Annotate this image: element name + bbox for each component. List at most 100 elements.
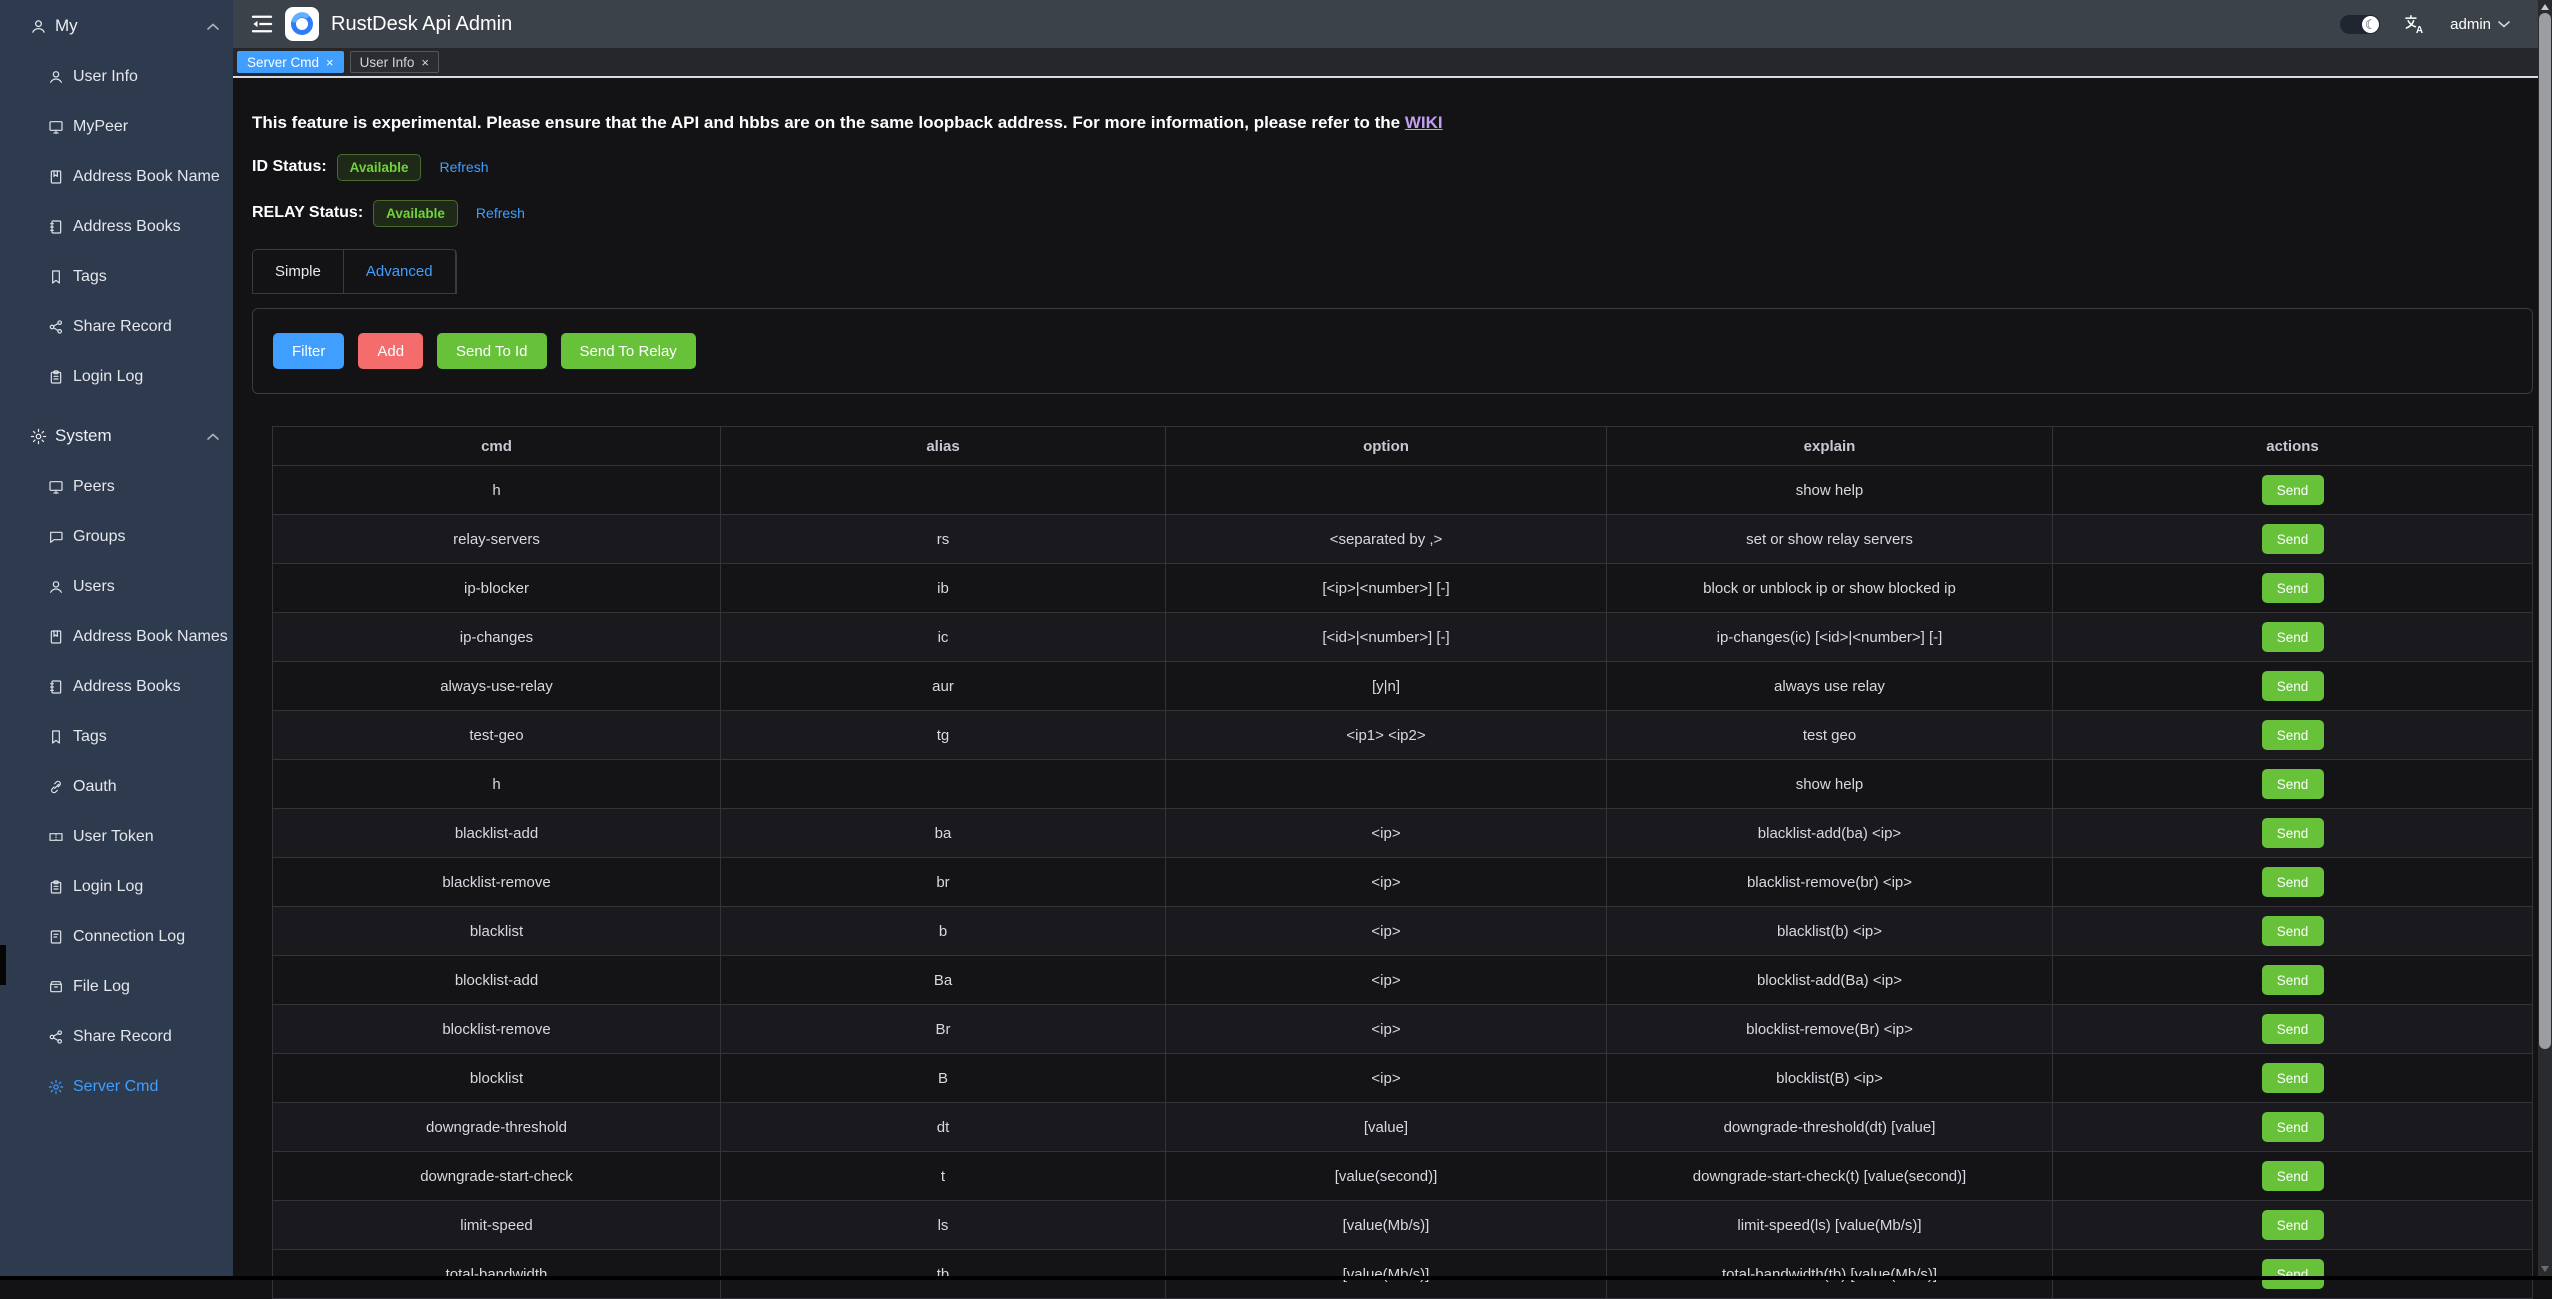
sidebar-group-header-my[interactable]: My xyxy=(0,0,233,52)
sidebar-item[interactable]: Peers xyxy=(0,462,233,512)
sidebar-item[interactable]: Address Book Names xyxy=(0,612,233,662)
cell-alias: aur xyxy=(721,662,1166,711)
sidebar-item[interactable]: Server Cmd xyxy=(0,1062,233,1112)
chevron-up-icon xyxy=(207,23,219,30)
sidebar-item-label: Connection Log xyxy=(73,928,185,946)
send-button[interactable]: Send xyxy=(2262,1161,2324,1191)
hamburger-icon[interactable] xyxy=(251,14,273,34)
send-button[interactable]: Send xyxy=(2262,622,2324,652)
sidebar-item[interactable]: Oauth xyxy=(0,762,233,812)
page-title: RustDesk Api Admin xyxy=(331,13,512,36)
close-icon[interactable]: × xyxy=(326,56,334,69)
chevron-up-icon xyxy=(207,433,219,440)
scrollbar-thumb[interactable] xyxy=(2539,13,2551,1049)
cell-explain: total-bandwidth(tb) [value(Mb/s)] xyxy=(1607,1250,2053,1299)
notebook-icon xyxy=(48,679,64,695)
table-row: h show help Send xyxy=(273,760,2533,809)
table-row: blacklist b <ip> blacklist(b) <ip> Send xyxy=(273,907,2533,956)
sidebar-group-header-system[interactable]: System xyxy=(0,410,233,462)
sidebar-item[interactable]: Address Books xyxy=(0,202,233,252)
sidebar-group-label: My xyxy=(55,16,78,36)
dark-mode-toggle[interactable]: ☾ xyxy=(2340,15,2380,34)
cell-actions: Send xyxy=(2053,662,2533,711)
sidebar-item[interactable]: Users xyxy=(0,562,233,612)
doc-icon xyxy=(48,929,64,945)
sidebar-item[interactable]: Share Record xyxy=(0,1012,233,1062)
cell-explain: set or show relay servers xyxy=(1607,515,2053,564)
page-scrollbar[interactable] xyxy=(2538,0,2552,1280)
sidebar-item[interactable]: Tags xyxy=(0,712,233,762)
send-button[interactable]: Send xyxy=(2262,769,2324,799)
cell-cmd: blocklist-remove xyxy=(273,1005,721,1054)
left-edge-notch xyxy=(0,945,6,985)
send-button[interactable]: Send xyxy=(2262,1259,2324,1289)
send-button[interactable]: Send xyxy=(2262,573,2324,603)
sidebar-item[interactable]: Address Books xyxy=(0,662,233,712)
cell-cmd: downgrade-start-check xyxy=(273,1152,721,1201)
close-icon[interactable]: × xyxy=(421,56,429,69)
send-button[interactable]: Send xyxy=(2262,1014,2324,1044)
share-icon xyxy=(48,1029,64,1045)
send-button[interactable]: Send xyxy=(2262,475,2324,505)
refresh-link[interactable]: Refresh xyxy=(439,159,488,175)
send-button[interactable]: Send xyxy=(2262,916,2324,946)
sidebar-item-label: Peers xyxy=(73,478,115,496)
cell-option xyxy=(1166,466,1607,515)
user-menu[interactable]: admin xyxy=(2450,16,2510,33)
cell-actions: Send xyxy=(2053,1152,2533,1201)
cell-cmd: h xyxy=(273,466,721,515)
send-button[interactable]: Send xyxy=(2262,524,2324,554)
cell-actions: Send xyxy=(2053,858,2533,907)
send-button[interactable]: Send xyxy=(2262,720,2324,750)
sidebar-item[interactable]: User Token xyxy=(0,812,233,862)
sidebar-item[interactable]: Tags xyxy=(0,252,233,302)
toolbar-button[interactable]: Send To Relay xyxy=(561,333,696,369)
send-button[interactable]: Send xyxy=(2262,867,2324,897)
sidebar-item[interactable]: User Info xyxy=(0,52,233,102)
toolbar-button[interactable]: Add xyxy=(358,333,423,369)
cell-alias: Br xyxy=(721,1005,1166,1054)
refresh-link[interactable]: Refresh xyxy=(476,205,525,221)
sidebar-item[interactable]: MyPeer xyxy=(0,102,233,152)
translate-icon[interactable]: A xyxy=(2404,14,2426,34)
sidebar-item[interactable]: Share Record xyxy=(0,302,233,352)
col-header-cmd: cmd xyxy=(273,427,721,466)
sidebar-item[interactable]: Groups xyxy=(0,512,233,562)
sidebar-item[interactable]: File Log xyxy=(0,962,233,1012)
scroll-down-arrow-icon[interactable] xyxy=(2541,1266,2549,1272)
sidebar-item[interactable]: Login Log xyxy=(0,862,233,912)
toolbar-button[interactable]: Send To Id xyxy=(437,333,546,369)
sidebar-item[interactable]: Login Log xyxy=(0,352,233,402)
scroll-up-arrow-icon[interactable] xyxy=(2541,4,2549,10)
table-row: ip-changes ic [<id>|<number>] [-] ip-cha… xyxy=(273,613,2533,662)
table-row: blocklist-remove Br <ip> blocklist-remov… xyxy=(273,1005,2533,1054)
mode-tab[interactable]: Simple xyxy=(253,250,344,293)
wiki-link[interactable]: WIKI xyxy=(1405,113,1443,132)
tag-label: User Info xyxy=(360,55,415,70)
bookmark-icon xyxy=(48,729,64,745)
send-button[interactable]: Send xyxy=(2262,671,2324,701)
sidebar-item-label: Groups xyxy=(73,528,125,546)
send-button[interactable]: Send xyxy=(2262,1063,2324,1093)
cell-explain: show help xyxy=(1607,760,2053,809)
tag-tab[interactable]: User Info × xyxy=(350,51,439,73)
cell-alias: t xyxy=(721,1152,1166,1201)
cell-cmd: ip-changes xyxy=(273,613,721,662)
table-row: total-bandwidth tb [value(Mb/s)] total-b… xyxy=(273,1250,2533,1299)
notice-text: This feature is experimental. Please ens… xyxy=(252,113,1405,132)
tag-tab[interactable]: Server Cmd × xyxy=(237,51,344,73)
col-header-explain: explain xyxy=(1607,427,2053,466)
send-button[interactable]: Send xyxy=(2262,1112,2324,1142)
link-icon xyxy=(48,779,64,795)
sidebar-item[interactable]: Address Book Name xyxy=(0,152,233,202)
cell-alias: tb xyxy=(721,1250,1166,1299)
send-button[interactable]: Send xyxy=(2262,965,2324,995)
send-button[interactable]: Send xyxy=(2262,818,2324,848)
toolbar-button[interactable]: Filter xyxy=(273,333,344,369)
send-button[interactable]: Send xyxy=(2262,1210,2324,1240)
status-badge: Available xyxy=(373,200,458,227)
table-row: blacklist-remove br <ip> blacklist-remov… xyxy=(273,858,2533,907)
mode-tab[interactable]: Advanced xyxy=(344,250,456,293)
sidebar-item[interactable]: Connection Log xyxy=(0,912,233,962)
cell-actions: Send xyxy=(2053,515,2533,564)
